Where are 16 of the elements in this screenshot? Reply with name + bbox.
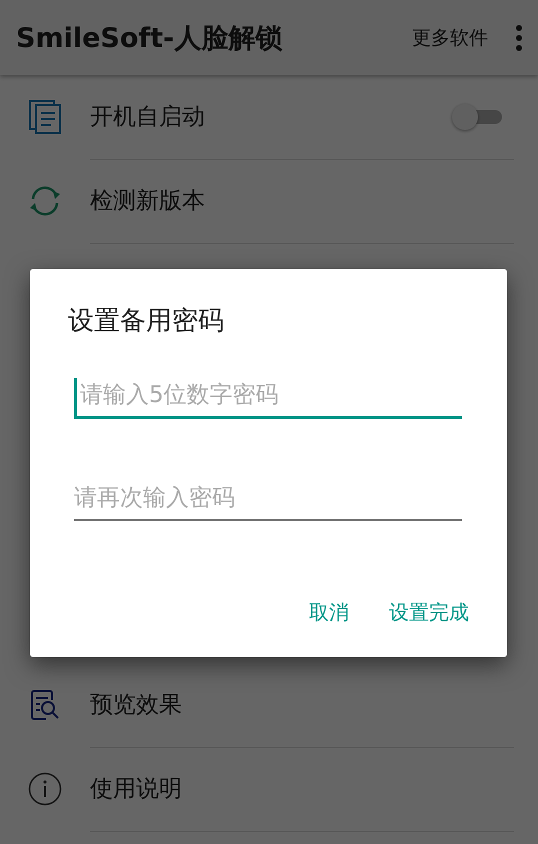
setting-label[interactable]: 预览效果	[90, 689, 514, 720]
app-title: SmileSoft-人脸解锁	[16, 22, 284, 56]
dialog-button[interactable]: 设置完成	[389, 593, 469, 632]
password-field[interactable]: 请再次输入密码	[74, 481, 462, 521]
setting-label[interactable]: 使用说明	[90, 773, 514, 804]
more-software-link[interactable]: 更多软件	[412, 24, 488, 50]
dialog-button[interactable]: 取消	[309, 593, 349, 632]
dialog-title: 设置备用密码	[68, 305, 225, 338]
toggle-switch[interactable]	[452, 104, 502, 130]
info-icon	[28, 772, 62, 806]
password-field[interactable]: 请输入5位数字密码	[74, 378, 462, 419]
document-search-icon	[30, 690, 60, 720]
setting-label[interactable]: 检测新版本	[90, 185, 514, 216]
setting-label[interactable]: 开机自启动	[90, 101, 452, 132]
documents-icon	[29, 100, 61, 134]
overflow-menu-icon[interactable]	[516, 24, 522, 50]
